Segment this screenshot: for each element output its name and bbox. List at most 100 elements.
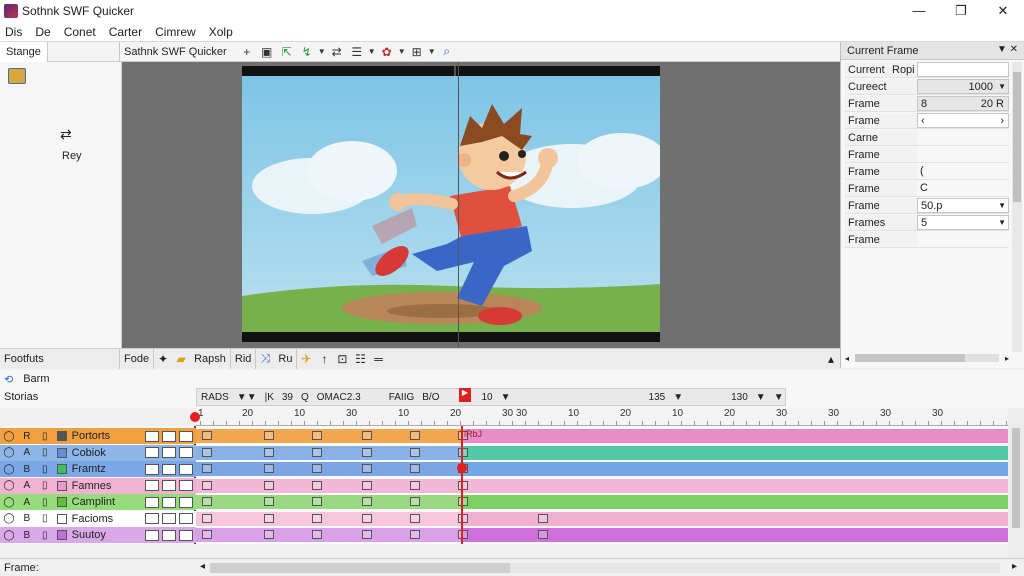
timeline-control[interactable]: Q bbox=[297, 392, 313, 403]
folder-open-icon[interactable]: ▰ bbox=[172, 352, 190, 366]
layer-edit-icon[interactable] bbox=[145, 430, 160, 442]
track-span[interactable] bbox=[462, 462, 1008, 476]
property-value[interactable]: ‹ › bbox=[917, 113, 1009, 128]
keyframe[interactable] bbox=[538, 513, 548, 523]
visibility-toggle-icon[interactable]: ◯ bbox=[0, 480, 18, 491]
layer-row[interactable]: ◯ B ▯ Facioms bbox=[0, 510, 196, 527]
layer-edit-icon[interactable] bbox=[145, 447, 160, 458]
timeline-control[interactable]: ▼▼ bbox=[233, 392, 261, 403]
menu-item-dis[interactable]: Dis bbox=[0, 25, 30, 39]
bird-icon[interactable]: ✈ bbox=[297, 352, 315, 366]
keyframe[interactable] bbox=[362, 431, 372, 440]
timeline-vertical-scrollbar[interactable] bbox=[1008, 408, 1024, 558]
page-icon[interactable]: ▯ bbox=[36, 480, 54, 491]
scroll-up-icon[interactable]: ▴ bbox=[822, 352, 840, 366]
keyframe[interactable] bbox=[312, 513, 322, 523]
list-icon[interactable]: ☷ bbox=[351, 352, 369, 366]
property-value[interactable]: 50.p ▼ bbox=[917, 198, 1009, 213]
timeline-control[interactable]: ▼ bbox=[752, 392, 770, 403]
keyframe[interactable] bbox=[458, 497, 468, 506]
layer-color-swatch[interactable] bbox=[56, 530, 67, 540]
dropdown-arrow-icon[interactable]: ▼ bbox=[998, 80, 1006, 94]
keyframe[interactable] bbox=[202, 447, 212, 457]
track-span[interactable] bbox=[196, 429, 462, 443]
effects-icon[interactable]: ✿ bbox=[377, 45, 397, 59]
menu-item-de[interactable]: De bbox=[30, 25, 58, 39]
timeline-control[interactable]: 130 bbox=[727, 392, 752, 403]
page-icon[interactable]: ▯ bbox=[36, 464, 54, 475]
frame-icon[interactable]: ⊡ bbox=[333, 352, 351, 366]
layer-track[interactable] bbox=[196, 511, 1008, 526]
keyframe[interactable] bbox=[264, 513, 274, 523]
visibility-toggle-icon[interactable]: ◯ bbox=[0, 431, 18, 442]
keyframe[interactable] bbox=[312, 464, 322, 473]
visibility-toggle-icon[interactable]: ◯ bbox=[0, 530, 18, 541]
lock-toggle[interactable]: A bbox=[18, 497, 36, 508]
folder-icon[interactable] bbox=[8, 68, 26, 84]
track-span[interactable] bbox=[196, 528, 462, 542]
dropdown-arrow-icon[interactable]: ▼ bbox=[998, 199, 1006, 213]
stage-canvas[interactable] bbox=[242, 66, 660, 342]
keyframe[interactable] bbox=[410, 513, 420, 523]
layer-frame-icon[interactable] bbox=[179, 496, 193, 508]
layer-edit-icon[interactable] bbox=[145, 463, 160, 475]
rapsh-tab[interactable]: Rapsh bbox=[190, 348, 231, 369]
timeline-control[interactable]: 10 bbox=[477, 392, 496, 403]
layer-color-swatch[interactable] bbox=[56, 431, 67, 441]
keyframe[interactable] bbox=[458, 513, 468, 523]
layer-outline-icon[interactable] bbox=[162, 513, 177, 524]
keyframe[interactable] bbox=[410, 447, 420, 457]
timeline-control[interactable]: |K bbox=[261, 392, 278, 403]
timeline-horizontal-scrollbar[interactable] bbox=[210, 563, 1000, 573]
track-span[interactable] bbox=[462, 495, 1008, 509]
page-icon[interactable]: ▯ bbox=[36, 513, 54, 524]
keyframe[interactable] bbox=[264, 431, 274, 440]
playhead-flag-icon[interactable]: ▶ bbox=[459, 388, 471, 402]
keyframe[interactable] bbox=[362, 480, 372, 490]
layer-frame-icon[interactable] bbox=[179, 447, 193, 458]
document-icon[interactable]: ▣ bbox=[257, 45, 277, 59]
layer-outline-icon[interactable] bbox=[162, 430, 177, 442]
layer-outline-icon[interactable] bbox=[162, 447, 177, 458]
panel-horizontal-scrollbar[interactable]: ◂ ▸ bbox=[845, 352, 1009, 364]
layer-edit-icon[interactable] bbox=[145, 529, 160, 541]
track-span[interactable] bbox=[196, 462, 462, 476]
keyframe[interactable] bbox=[312, 431, 322, 440]
keyframe[interactable] bbox=[362, 513, 372, 523]
keyframe[interactable] bbox=[410, 480, 420, 490]
track-span[interactable] bbox=[462, 429, 1008, 443]
move-icon[interactable]: ⤨ bbox=[256, 351, 274, 366]
motion-tool-icon[interactable]: ⇄ bbox=[60, 126, 72, 143]
property-value[interactable]: 8 20 R bbox=[917, 96, 1009, 111]
lock-toggle[interactable]: A bbox=[18, 447, 36, 458]
equals-icon[interactable]: ═ bbox=[369, 352, 387, 366]
lock-toggle[interactable]: B bbox=[18, 513, 36, 524]
visibility-toggle-icon[interactable]: ◯ bbox=[0, 464, 18, 475]
scroll-left-icon[interactable]: ◂ bbox=[200, 561, 205, 572]
layer-color-swatch[interactable] bbox=[56, 447, 67, 458]
page-icon[interactable]: ▯ bbox=[36, 497, 54, 508]
rid-tab[interactable]: Rid bbox=[231, 348, 257, 369]
frame-grid[interactable]: lRbJ bbox=[196, 426, 1008, 544]
keyframe[interactable] bbox=[312, 480, 322, 490]
lock-toggle[interactable]: R bbox=[18, 431, 36, 442]
keyframe[interactable] bbox=[410, 464, 420, 473]
menu-item-conet[interactable]: Conet bbox=[59, 25, 104, 39]
search-icon[interactable]: ⌕ bbox=[437, 44, 457, 59]
maximize-button[interactable]: ❐ bbox=[940, 0, 982, 22]
tab-stage[interactable]: Stange bbox=[0, 41, 48, 62]
timeline-control[interactable]: OMAC2.3 bbox=[313, 392, 365, 403]
timeline-control[interactable]: 135 bbox=[645, 392, 670, 403]
keyframe[interactable] bbox=[264, 497, 274, 506]
timeline-control[interactable]: B/O bbox=[418, 392, 443, 403]
keyframe[interactable] bbox=[312, 497, 322, 506]
align-icon[interactable]: ☰ bbox=[347, 45, 367, 59]
dropdown-arrow-icon[interactable]: ▼ bbox=[367, 47, 377, 56]
timeline-control[interactable]: RADS bbox=[197, 392, 233, 403]
layer-edit-icon[interactable] bbox=[145, 513, 160, 524]
keyframe[interactable] bbox=[458, 480, 468, 490]
import-icon[interactable]: ⇱ bbox=[277, 45, 297, 59]
pin-icon[interactable]: ✦ bbox=[154, 352, 172, 366]
keyframe[interactable] bbox=[202, 480, 212, 490]
page-icon[interactable]: ▯ bbox=[36, 530, 54, 541]
